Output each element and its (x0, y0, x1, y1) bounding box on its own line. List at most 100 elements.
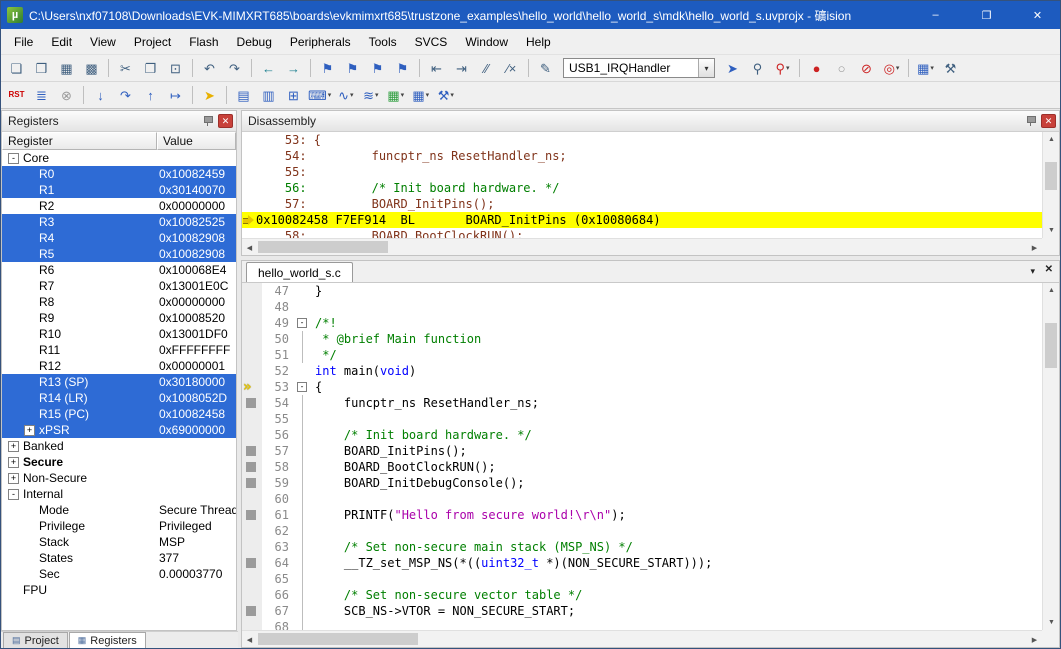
toggle-bookmark-button[interactable]: ⚑ (316, 57, 339, 79)
register-row-privilege[interactable]: PrivilegePrivileged (2, 518, 236, 534)
register-row-r3[interactable]: R30x10082525 (2, 214, 236, 230)
insert-breakpoint-button[interactable]: ● (805, 57, 828, 79)
uncomment-selection-button[interactable]: ∕× (500, 57, 523, 79)
breakpoint-margin-block[interactable] (246, 478, 256, 488)
editor-margin[interactable] (242, 315, 262, 331)
fold-collapse-icon[interactable]: - (297, 318, 307, 328)
symbol-window-button[interactable]: ⊞ (282, 84, 305, 106)
memory-window-button[interactable]: ▦▾ (409, 84, 432, 106)
register-row-r7[interactable]: R70x13001E0C (2, 278, 236, 294)
tab-list-dropdown[interactable]: ▾ (1030, 266, 1035, 277)
tab-registers[interactable]: ▦Registers (69, 632, 146, 648)
column-register[interactable]: Register (2, 132, 157, 150)
editor-margin[interactable] (242, 411, 262, 427)
scroll-down-button[interactable]: ▼ (1043, 223, 1060, 238)
register-row-r11[interactable]: R110xFFFFFFFF (2, 342, 236, 358)
menu-item-view[interactable]: View (81, 31, 125, 53)
register-row-r12[interactable]: R120x00000001 (2, 358, 236, 374)
tab-project[interactable]: ▤Project (3, 632, 68, 648)
breakpoint-margin-block[interactable] (246, 606, 256, 616)
editor-margin[interactable] (242, 571, 262, 587)
expand-icon[interactable]: + (24, 425, 35, 436)
scroll-up-button[interactable]: ▲ (1043, 283, 1060, 298)
breakpoint-margin-block[interactable] (246, 446, 256, 456)
register-row-r5[interactable]: R50x10082908 (2, 246, 236, 262)
code-editor[interactable]: 47}4849-/*!50 * @brief Main function51 *… (242, 283, 1042, 630)
register-row-r14-lr-[interactable]: R14 (LR)0x1008052D (2, 390, 236, 406)
editor-margin[interactable] (242, 299, 262, 315)
editor-margin[interactable] (242, 603, 262, 619)
stop-debug-button[interactable]: ⊗ (55, 84, 78, 106)
editor-margin[interactable] (242, 459, 262, 475)
new-file-button[interactable]: ❏ (5, 57, 28, 79)
scroll-right-button[interactable]: ▶ (1027, 239, 1042, 256)
register-row-r13-sp-[interactable]: R13 (SP)0x30180000 (2, 374, 236, 390)
quick-find-button[interactable]: ⚲▾ (771, 57, 794, 79)
collapse-icon[interactable]: - (8, 153, 19, 164)
register-row-r2[interactable]: R20x00000000 (2, 198, 236, 214)
register-row-r4[interactable]: R40x10082908 (2, 230, 236, 246)
redo-button[interactable]: ↷ (223, 57, 246, 79)
command-window-button[interactable]: ▤ (232, 84, 255, 106)
expand-icon[interactable]: + (8, 441, 19, 452)
prev-bookmark-button[interactable]: ⚑ (341, 57, 364, 79)
step-into-button[interactable]: ↓ (89, 84, 112, 106)
menu-item-window[interactable]: Window (456, 31, 517, 53)
expand-icon[interactable]: + (8, 457, 19, 468)
register-row-r0[interactable]: R00x10082459 (2, 166, 236, 182)
register-row-r15-pc-[interactable]: R15 (PC)0x10082458 (2, 406, 236, 422)
editor-margin[interactable] (242, 363, 262, 379)
tab-hello-world-s-c[interactable]: hello_world_s.c (246, 262, 353, 282)
save-file-button[interactable]: ▦ (55, 57, 78, 79)
editor-margin[interactable] (242, 443, 262, 459)
register-row-r9[interactable]: R90x10008520 (2, 310, 236, 326)
register-row-non-secure[interactable]: +Non-Secure (2, 470, 236, 486)
run-to-cursor-button[interactable]: ↦ (164, 84, 187, 106)
expand-icon[interactable]: + (8, 473, 19, 484)
tab-close-button[interactable]: ✕ (1045, 264, 1053, 275)
register-row-mode[interactable]: ModeSecure Thread (2, 502, 236, 518)
disassembly-close-button[interactable]: ✕ (1041, 114, 1056, 128)
register-row-sec[interactable]: Sec0.00003770 (2, 566, 236, 582)
scroll-thumb[interactable] (258, 241, 388, 253)
collapse-icon[interactable]: - (8, 489, 19, 500)
navigate-back-button[interactable]: ← (257, 57, 280, 79)
disable-breakpoint-button[interactable]: ○ (830, 57, 853, 79)
editor-margin[interactable] (242, 347, 262, 363)
editor-margin[interactable] (242, 523, 262, 539)
register-row-stack[interactable]: StackMSP (2, 534, 236, 550)
register-row-fpu[interactable]: FPU (2, 582, 236, 598)
serial-window-button[interactable]: ⌨▾ (307, 84, 332, 106)
window-layout-button[interactable]: ▦▾ (914, 57, 937, 79)
handler-combo-dropdown[interactable]: ▾ (698, 59, 714, 77)
scroll-thumb[interactable] (258, 633, 418, 645)
editor-margin[interactable] (242, 331, 262, 347)
menu-item-svcs[interactable]: SVCS (406, 31, 457, 53)
disassembly-content[interactable]: 53: { 54: funcptr_ns ResetHandler_ns; 55… (242, 132, 1042, 238)
scroll-down-button[interactable]: ▼ (1043, 615, 1060, 630)
system-viewer-button[interactable]: ▦▾ (384, 84, 407, 106)
breakpoint-margin-block[interactable] (246, 558, 256, 568)
register-row-r10[interactable]: R100x13001DF0 (2, 326, 236, 342)
editor-margin[interactable] (242, 491, 262, 507)
register-row-secure[interactable]: +Secure (2, 454, 236, 470)
paste-button[interactable]: ⊡ (164, 57, 187, 79)
editor-margin[interactable] (242, 283, 262, 299)
menu-item-help[interactable]: Help (517, 31, 560, 53)
editor-margin[interactable] (242, 507, 262, 523)
run-button[interactable]: ➤ (198, 84, 221, 106)
pin-button[interactable] (1023, 114, 1038, 129)
register-row-r1[interactable]: R10x30140070 (2, 182, 236, 198)
register-row-r8[interactable]: R80x00000000 (2, 294, 236, 310)
editor-vscrollbar[interactable]: ▲ ▼ (1042, 283, 1059, 630)
register-row-states[interactable]: States377 (2, 550, 236, 566)
open-file-button[interactable]: ❒ (30, 57, 53, 79)
editor-margin[interactable] (242, 395, 262, 411)
disassembly-vscrollbar[interactable]: ▲ ▼ (1042, 132, 1059, 238)
pin-button[interactable] (200, 114, 215, 129)
configure-tools-button[interactable]: ⚒ (939, 57, 962, 79)
scroll-left-button[interactable]: ◀ (242, 631, 257, 648)
scroll-up-button[interactable]: ▲ (1043, 132, 1060, 147)
handler-combo[interactable]: USB1_IRQHandler ▾ (563, 58, 715, 78)
save-all-button[interactable]: ▩ (80, 57, 103, 79)
